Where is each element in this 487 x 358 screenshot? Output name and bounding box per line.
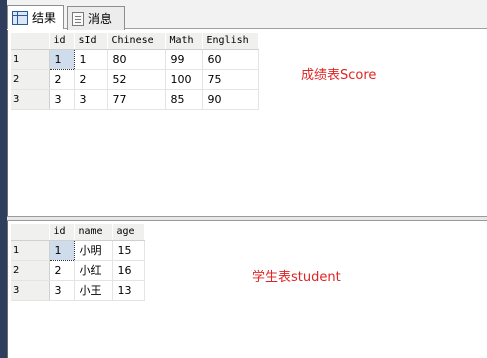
table-row[interactable]: 2 2 2 52 100 75 [11,69,259,90]
column-header-chinese[interactable]: Chinese [107,33,166,50]
table-cell[interactable]: 85 [165,89,203,110]
row-number[interactable]: 1 [11,240,50,261]
student-header-row: id name age [11,224,145,241]
row-number[interactable]: 1 [11,49,50,70]
table-cell[interactable]: 16 [112,260,145,281]
table-cell[interactable]: 100 [165,69,203,90]
score-table-caption: 成绩表Score [301,68,377,83]
score-results-pane[interactable]: id sId Chinese Math English 1 1 1 80 99 … [7,30,487,216]
table-cell[interactable]: 小红 [74,260,113,281]
table-cell[interactable]: 13 [112,280,145,301]
table-cell[interactable]: 77 [107,89,166,110]
table-cell[interactable]: 52 [107,69,166,90]
column-header-sid[interactable]: sId [74,33,108,50]
column-header-name[interactable]: name [74,224,113,241]
column-header-id[interactable]: id [49,224,75,241]
column-header-age[interactable]: age [112,224,145,241]
table-row[interactable]: 2 2 小红 16 [11,260,145,281]
table-cell[interactable]: 3 [49,280,75,301]
table-cell[interactable]: 90 [202,89,259,110]
row-number[interactable]: 2 [11,260,50,281]
tab-messages-label: 消息 [88,12,113,26]
table-row[interactable]: 3 3 3 77 85 90 [11,89,259,110]
table-cell[interactable]: 小王 [74,280,113,301]
row-number[interactable]: 3 [11,89,50,110]
table-cell[interactable]: 75 [202,69,259,90]
table-row[interactable]: 3 3 小王 13 [11,280,145,301]
grid-icon [12,10,28,25]
table-cell[interactable]: 80 [107,49,166,70]
student-table-caption: 学生表student [252,270,341,285]
table-cell[interactable]: 1 [48,239,75,261]
table-cell[interactable]: 1 [74,49,108,70]
column-header-id[interactable]: id [49,33,75,50]
table-cell[interactable]: 15 [112,240,145,261]
table-cell[interactable]: 60 [202,49,259,70]
tab-results[interactable]: 结果 [7,5,64,29]
score-grid[interactable]: id sId Chinese Math English 1 1 1 80 99 … [11,33,259,110]
table-cell[interactable]: 1 [48,48,75,70]
table-cell[interactable]: 2 [74,69,108,90]
results-tab-bar: 结果 消息 [7,0,487,30]
table-row[interactable]: 1 1 小明 15 [11,239,145,261]
score-header-row: id sId Chinese Math English [11,33,259,50]
left-edge-panel [0,0,7,358]
student-grid[interactable]: id name age 1 1 小明 15 2 2 小红 16 3 3 小王 1… [11,224,145,301]
column-header-english[interactable]: English [202,33,259,50]
table-cell[interactable]: 小明 [74,240,113,261]
table-cell[interactable]: 2 [49,260,75,281]
table-cell[interactable]: 2 [49,69,75,90]
table-row[interactable]: 1 1 1 80 99 60 [11,48,259,70]
tab-results-label: 结果 [32,11,57,25]
row-number[interactable]: 3 [11,280,50,301]
table-cell[interactable]: 99 [165,49,203,70]
row-number[interactable]: 2 [11,69,50,90]
table-cell[interactable]: 3 [49,89,75,110]
column-header-math[interactable]: Math [165,33,203,50]
student-results-pane[interactable]: id name age 1 1 小明 15 2 2 小红 16 3 3 小王 1… [7,221,487,358]
grid-corner[interactable] [11,33,50,50]
table-cell[interactable]: 3 [74,89,108,110]
grid-corner[interactable] [11,224,50,241]
message-icon [72,11,84,26]
tab-messages[interactable]: 消息 [67,6,125,30]
